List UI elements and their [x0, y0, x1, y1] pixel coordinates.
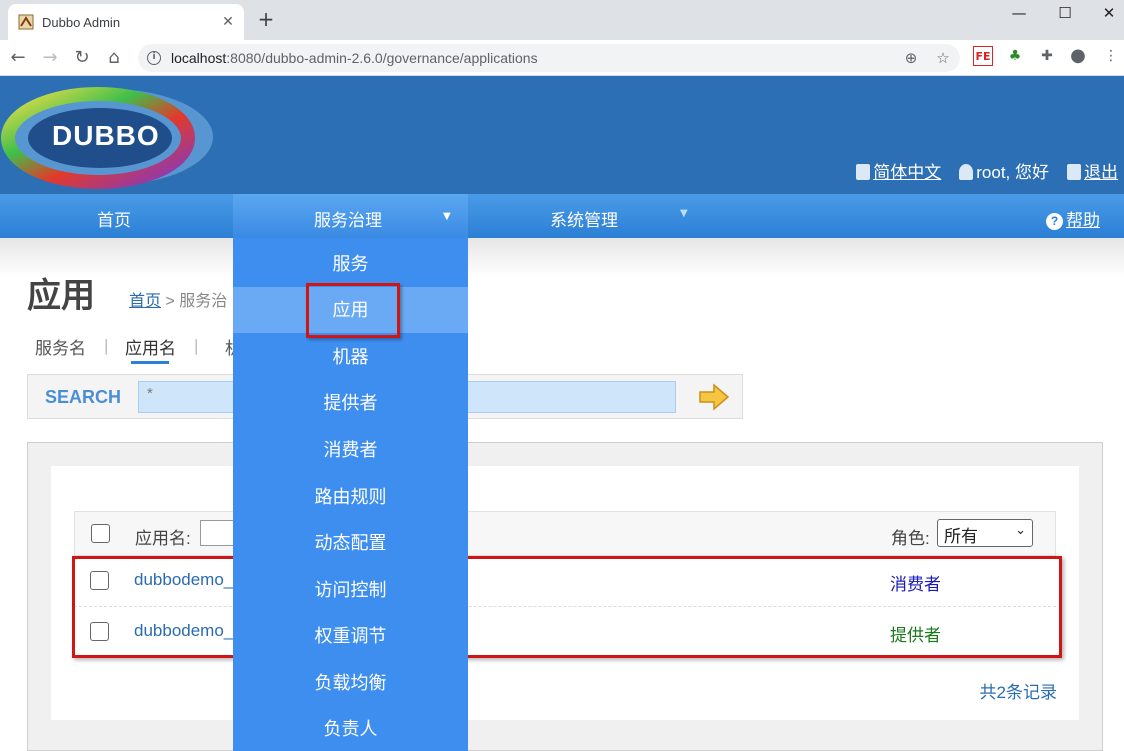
tab-close-icon[interactable]: ✕	[220, 14, 236, 30]
extension-leaf-icon[interactable]: ♣	[1005, 46, 1025, 66]
help-label[interactable]: 帮助	[1066, 211, 1100, 230]
page-header: DUBBO 简体中文 root, 您好 退出	[0, 76, 1124, 194]
menu-item-provider[interactable]: 提供者	[233, 380, 468, 426]
document-icon	[856, 164, 871, 180]
forward-icon[interactable]: →	[38, 46, 62, 70]
menu-item-weight[interactable]: 权重调节	[233, 613, 468, 659]
maximize-icon[interactable]: ☐	[1042, 0, 1088, 28]
greeting-text: root, 您好	[976, 163, 1049, 182]
page-title: 应用	[27, 277, 95, 315]
user-bar: 简体中文 root, 您好 退出	[856, 158, 1118, 183]
menu-item-consumer[interactable]: 消费者	[233, 427, 468, 473]
logout-label[interactable]: 退出	[1084, 163, 1118, 182]
tab-service-name[interactable]: 服务名	[35, 334, 86, 359]
zoom-icon[interactable]: ⊕	[902, 49, 920, 67]
breadcrumb: 首页 > 服务治	[129, 287, 227, 311]
logout-link[interactable]: 退出	[1067, 158, 1118, 183]
governance-dropdown: 服务治理 ▼ 服务 应用 机器 提供者 消费者 路由规则 动态配置 访问控制 权…	[233, 194, 468, 751]
menu-item-machine[interactable]: 机器	[233, 334, 468, 380]
address-bar[interactable]: i localhost:8080/dubbo-admin-2.6.0/gover…	[138, 44, 960, 72]
browser-menu-icon[interactable]: ⋮	[1101, 46, 1121, 66]
breadcrumb-rest: > 服务治	[165, 293, 228, 310]
tab-separator: |	[104, 336, 109, 355]
logo-text: DUBBO	[52, 120, 160, 151]
browser-tabstrip: Dubbo Admin ✕ + — ☐ ✕	[0, 0, 1124, 40]
nav-system-arrow-icon: ▼	[680, 208, 688, 219]
nav-governance-label: 服务治理	[314, 211, 382, 230]
search-label: SEARCH	[45, 387, 122, 407]
menu-item-load-balance[interactable]: 负载均衡	[233, 660, 468, 706]
new-tab-icon[interactable]: +	[256, 9, 276, 30]
user-greeting: root, 您好	[959, 158, 1049, 183]
minimize-icon[interactable]: —	[996, 0, 1042, 28]
home-icon[interactable]: ⌂	[102, 46, 126, 70]
profile-icon[interactable]: ●	[1068, 46, 1088, 66]
nav-governance[interactable]: 服务治理 ▼	[233, 194, 468, 238]
browser-toolbar: ← → ↻ ⌂ i localhost:8080/dubbo-admin-2.6…	[0, 40, 1124, 76]
app-name-filter-label: 应用名:	[135, 529, 191, 548]
nav-home[interactable]: 首页	[97, 206, 131, 231]
main-nav: 首页 系统管理 ▼ ? 帮助	[0, 194, 1124, 238]
role-select-value: 所有	[944, 527, 978, 546]
rows-highlight-annotation	[72, 556, 1062, 658]
menu-item-owner[interactable]: 负责人	[233, 706, 468, 751]
menu-item-routing[interactable]: 路由规则	[233, 474, 468, 520]
chevron-down-icon: ⌄	[1015, 522, 1026, 537]
menu-item-service[interactable]: 服务	[233, 241, 468, 287]
reload-icon[interactable]: ↻	[70, 46, 94, 70]
menu-highlight-annotation	[306, 283, 400, 338]
tab-title: Dubbo Admin	[42, 14, 121, 30]
help-link[interactable]: ? 帮助	[1046, 206, 1100, 231]
breadcrumb-home[interactable]: 首页	[129, 293, 161, 310]
extensions-puzzle-icon[interactable]: ✚	[1037, 46, 1057, 66]
active-tab-indicator	[131, 361, 169, 364]
user-icon	[959, 164, 974, 180]
language-link[interactable]: 简体中文	[856, 158, 941, 183]
close-window-icon[interactable]: ✕	[1086, 0, 1124, 28]
help-icon: ?	[1046, 213, 1063, 230]
record-count: 共2条记录	[979, 683, 1057, 702]
search-arrow-icon[interactable]	[698, 383, 730, 411]
tab-app-name[interactable]: 应用名	[125, 334, 176, 359]
back-icon[interactable]: ←	[6, 46, 30, 70]
site-info-icon[interactable]: i	[147, 51, 161, 65]
caret-down-icon: ▼	[443, 211, 451, 222]
nav-system[interactable]: 系统管理	[550, 206, 618, 231]
tab-separator: |	[194, 336, 199, 355]
menu-item-access-control[interactable]: 访问控制	[233, 567, 468, 613]
table-header: 应用名: 角色: 所有 ⌄	[74, 511, 1056, 556]
url-text[interactable]: localhost:8080/dubbo-admin-2.6.0/governa…	[171, 50, 538, 66]
select-all-checkbox[interactable]	[91, 524, 110, 543]
menu-item-dynamic-config[interactable]: 动态配置	[233, 520, 468, 566]
dubbo-favicon-icon	[18, 14, 34, 30]
bookmark-star-icon[interactable]: ☆	[934, 49, 952, 67]
language-label[interactable]: 简体中文	[873, 163, 941, 182]
extension-fe-icon[interactable]: FE	[973, 46, 993, 66]
role-select[interactable]: 所有 ⌄	[937, 519, 1033, 547]
door-icon	[1067, 164, 1081, 180]
role-filter-label: 角色:	[891, 529, 930, 548]
browser-tab[interactable]: Dubbo Admin ✕	[8, 4, 244, 40]
